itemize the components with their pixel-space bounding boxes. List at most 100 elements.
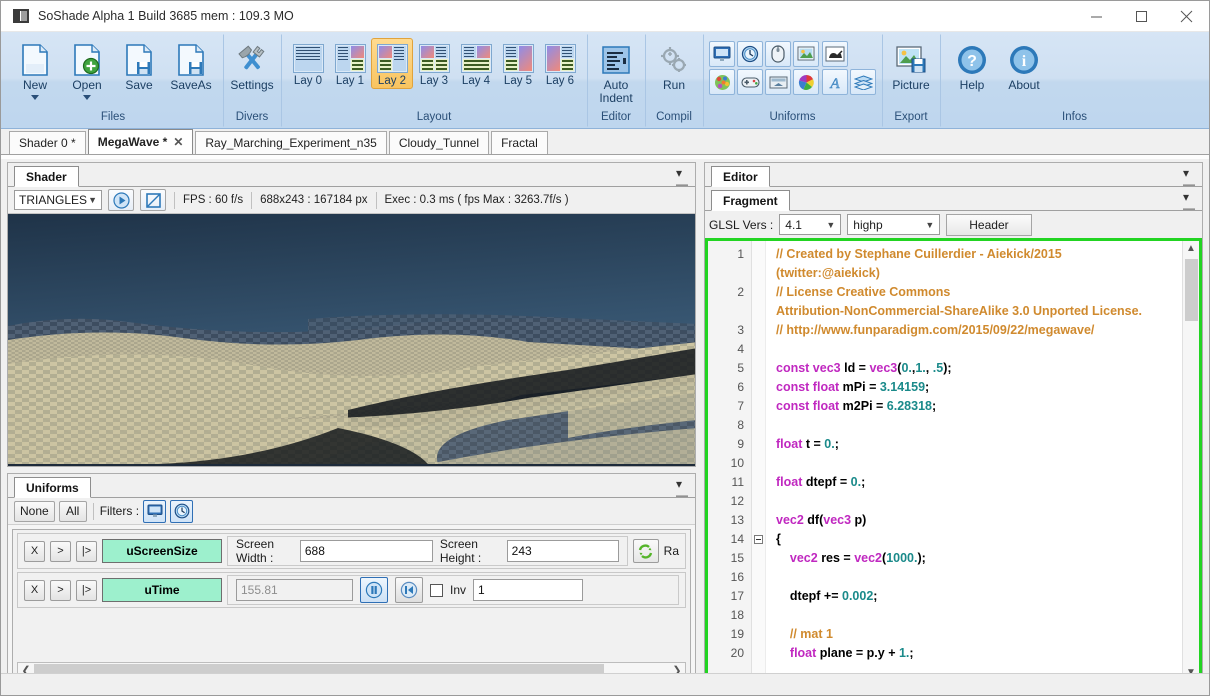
tab-uniforms[interactable]: Uniforms bbox=[14, 477, 91, 498]
screen-height-input[interactable] bbox=[506, 540, 619, 562]
close-tab-icon[interactable]: ✕ bbox=[173, 135, 183, 149]
uniform-next-button[interactable]: > bbox=[50, 579, 71, 601]
exec-status: Exec : 0.3 ms ( fps Max : 3263.7f/s ) bbox=[384, 194, 569, 206]
font-uniform-icon[interactable]: A bbox=[822, 69, 848, 95]
screen-uniform-icon[interactable] bbox=[709, 41, 735, 67]
line-number: 19 bbox=[730, 627, 744, 641]
scrollbar-thumb[interactable] bbox=[1184, 259, 1198, 321]
time-clock-uniform-icon[interactable] bbox=[737, 41, 763, 67]
header-button[interactable]: Header bbox=[946, 213, 1032, 236]
about-button[interactable]: i About bbox=[998, 38, 1050, 93]
ribbon-group-divers-label: Divers bbox=[235, 111, 269, 123]
picture-export-button[interactable]: Picture bbox=[888, 38, 934, 93]
uniform-name-uscreensize[interactable]: uScreenSize bbox=[102, 539, 222, 563]
left-column: Shader ▾ — TRIANGLES ▼ FPS: 60 f/s 688x… bbox=[1, 159, 699, 695]
minimize-icon[interactable] bbox=[1074, 1, 1119, 32]
file-tab-label: Shader 0 * bbox=[19, 136, 76, 150]
layout-4-button[interactable]: Lay 4 bbox=[455, 38, 497, 89]
layout-2-button[interactable]: Lay 2 bbox=[371, 38, 413, 89]
precision-select[interactable]: highp ▼ bbox=[847, 214, 941, 235]
close-icon[interactable] bbox=[1164, 1, 1209, 32]
gamepad-uniform-icon[interactable] bbox=[737, 69, 763, 95]
line-number: 8 bbox=[737, 418, 744, 432]
uniform-delete-button[interactable]: X bbox=[24, 579, 45, 601]
file-tab-cloudytunnel[interactable]: Cloudy_Tunnel bbox=[388, 131, 490, 154]
editor-panel-header: Editor ▾ — bbox=[705, 163, 1202, 190]
layout-3-button[interactable]: Lay 3 bbox=[413, 38, 455, 89]
layout-1-label: Lay 1 bbox=[335, 75, 365, 87]
uniforms-panel: Uniforms ▾ — None All Filters : X > |> u… bbox=[7, 473, 696, 689]
settings-button[interactable]: Settings bbox=[229, 38, 275, 93]
color-wheel-uniform-icon[interactable] bbox=[793, 69, 819, 95]
file-tab-megawave[interactable]: MegaWave * ✕ bbox=[87, 129, 194, 154]
help-button[interactable]: ? Help bbox=[946, 38, 998, 93]
rewind-icon[interactable] bbox=[395, 577, 423, 603]
code-fold-column[interactable] bbox=[752, 241, 766, 681]
tab-editor[interactable]: Editor bbox=[711, 166, 770, 187]
screen-filter-icon[interactable] bbox=[143, 499, 167, 523]
uniform-name-utime[interactable]: uTime bbox=[102, 578, 222, 602]
shader-preview-canvas[interactable] bbox=[8, 214, 695, 466]
play-icon[interactable] bbox=[108, 189, 134, 211]
code-editor[interactable]: 1 2 3 4 5 6 7 8 9 10 11 12 13 14 15 16 17 18 19 20 // Creat… bbox=[705, 238, 1202, 684]
code-line: // mat 1 bbox=[776, 627, 833, 641]
buffer-uniform-icon[interactable] bbox=[765, 69, 791, 95]
pause-icon[interactable] bbox=[360, 577, 388, 603]
uniform-next-button[interactable]: > bbox=[50, 540, 71, 562]
shader-toolbar: TRIANGLES ▼ FPS : 60 f/s 688x243 : 16718… bbox=[8, 187, 695, 214]
picture-uniform-icon[interactable] bbox=[793, 41, 819, 67]
maximize-icon[interactable] bbox=[1119, 1, 1164, 32]
window-controls bbox=[1074, 1, 1209, 32]
tab-shader[interactable]: Shader bbox=[14, 166, 79, 187]
animation-dog-uniform-icon[interactable] bbox=[822, 41, 848, 67]
inv-checkbox[interactable] bbox=[430, 583, 443, 597]
file-tab-shader0[interactable]: Shader 0 * bbox=[9, 131, 86, 154]
layers-uniform-icon[interactable] bbox=[850, 69, 876, 95]
time-filter-icon[interactable] bbox=[170, 499, 194, 523]
line-number: 14 bbox=[730, 532, 744, 546]
layout-0-button[interactable]: Lay 0 bbox=[287, 38, 329, 89]
filter-all-button[interactable]: All bbox=[58, 500, 87, 522]
shader-panel-menu-icon[interactable]: ▾ — bbox=[676, 167, 688, 190]
layout-6-button[interactable]: Lay 6 bbox=[539, 38, 581, 89]
filter-none-button[interactable]: None bbox=[14, 500, 55, 522]
svg-text:A: A bbox=[829, 76, 840, 91]
new-dropdown-caret-icon[interactable] bbox=[31, 95, 39, 100]
uniforms-panel-menu-icon[interactable]: ▾ — bbox=[676, 478, 688, 501]
primitive-select[interactable]: TRIANGLES ▼ bbox=[14, 190, 102, 210]
file-tab-label: Fractal bbox=[501, 136, 538, 150]
mouse-uniform-icon[interactable] bbox=[765, 41, 791, 67]
new-button[interactable]: New bbox=[9, 38, 61, 101]
scroll-up-icon[interactable]: ▲ bbox=[1186, 241, 1196, 257]
auto-indent-button[interactable]: Auto Indent bbox=[593, 38, 639, 106]
noise-sphere-uniform-icon[interactable] bbox=[709, 69, 735, 95]
frame-select-icon[interactable] bbox=[140, 189, 166, 211]
uniform-last-button[interactable]: |> bbox=[76, 540, 97, 562]
layout-5-button[interactable]: Lay 5 bbox=[497, 38, 539, 89]
uniform-delete-button[interactable]: X bbox=[24, 540, 45, 562]
code-line: const vec3 ld = vec3(0.,1., .5); bbox=[776, 361, 952, 375]
fragment-panel-menu-icon[interactable]: ▾ — bbox=[1183, 191, 1195, 214]
save-as-button[interactable]: SaveAs bbox=[165, 38, 217, 93]
uniform-row-uscreensize: X > |> uScreenSize Screen Width : Screen… bbox=[17, 533, 686, 569]
layout-1-button[interactable]: Lay 1 bbox=[329, 38, 371, 89]
code-vertical-scrollbar[interactable]: ▲ ▼ bbox=[1182, 241, 1199, 681]
utime-speed-input[interactable] bbox=[473, 579, 584, 601]
fold-toggle-icon[interactable] bbox=[752, 535, 765, 554]
file-tab-fractal[interactable]: Fractal bbox=[491, 131, 548, 154]
file-tab-raymarching[interactable]: Ray_Marching_Experiment_n35 bbox=[195, 131, 387, 154]
glsl-version-select[interactable]: 4.1 ▼ bbox=[779, 214, 842, 235]
uniform-row-utime: X > |> uTime 155.81 Inv 1 bbox=[17, 572, 686, 608]
tab-fragment[interactable]: Fragment bbox=[711, 190, 790, 211]
refresh-ratio-icon[interactable] bbox=[632, 539, 659, 563]
save-button[interactable]: Save bbox=[113, 38, 165, 93]
screen-width-input[interactable] bbox=[299, 540, 433, 562]
svg-text:i: i bbox=[1022, 53, 1027, 70]
open-dropdown-caret-icon[interactable] bbox=[83, 95, 91, 100]
code-text-area[interactable]: // Created by Stephane Cuillerdier - Aie… bbox=[766, 241, 1182, 681]
uniform-last-button[interactable]: |> bbox=[76, 579, 97, 601]
run-button[interactable]: Run bbox=[651, 38, 697, 93]
code-line: { bbox=[776, 532, 781, 546]
open-button[interactable]: Open bbox=[61, 38, 113, 101]
